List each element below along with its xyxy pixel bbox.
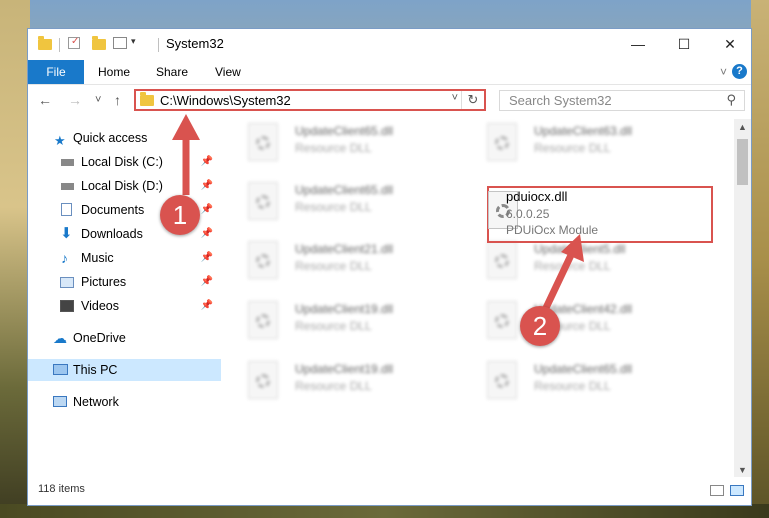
arrow-2 [541,251,576,312]
annotation-arrows [172,114,584,312]
arrow-1-head [172,114,200,140]
callout-2: 2 [520,306,560,346]
callout-1: 1 [160,195,200,235]
